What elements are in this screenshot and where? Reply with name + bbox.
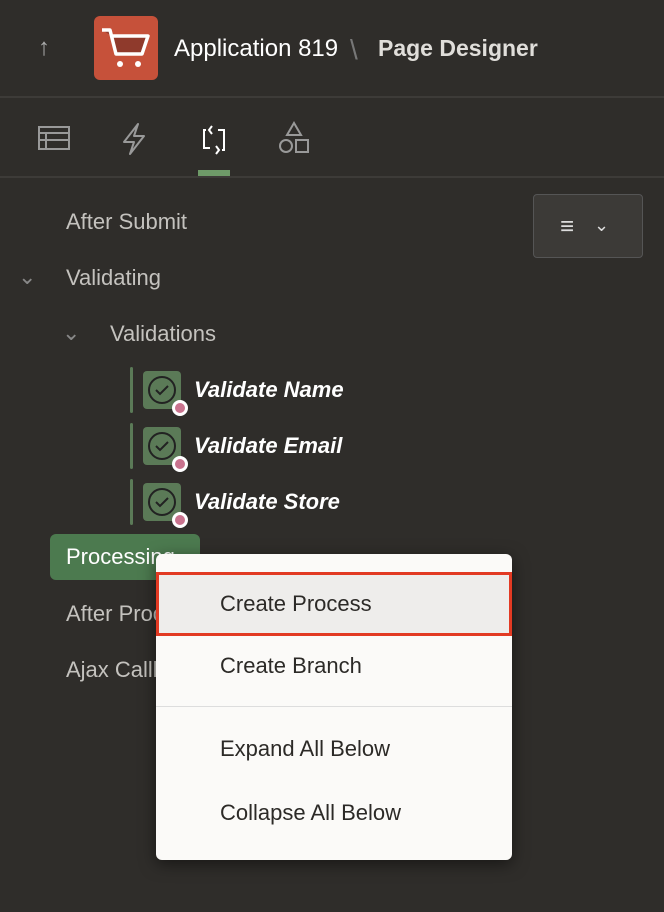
refresh-icon [203, 125, 225, 155]
tab-processing[interactable] [196, 118, 236, 158]
arrow-up-icon: ↑ [38, 34, 50, 61]
tree-guide [130, 367, 133, 413]
chevron-down-icon[interactable]: ⌄ [62, 320, 80, 346]
menu-item-create-process[interactable]: Create Process [156, 572, 512, 636]
cart-icon [102, 28, 150, 67]
shapes-icon [279, 121, 309, 153]
lightning-icon [123, 123, 145, 155]
menu-divider [156, 706, 512, 707]
context-menu: Create Process Create Branch Expand All … [156, 554, 512, 860]
tab-dynamic-actions[interactable] [116, 118, 156, 158]
tree-node-after-processing[interactable]: After Processing [66, 601, 156, 627]
condition-badge-icon [172, 400, 188, 416]
chevron-down-icon: ⌄ [594, 215, 610, 235]
tab-shared-components[interactable] [276, 118, 316, 158]
menu-item-collapse-all-below[interactable]: Collapse All Below [156, 781, 512, 845]
divider [0, 176, 664, 178]
tree-guide [130, 479, 133, 525]
tree-node-validation[interactable]: Validate Name [194, 377, 344, 403]
tree-guide [130, 423, 133, 469]
menu-item-expand-all-below[interactable]: Expand All Below [156, 717, 512, 781]
menu-item-create-branch[interactable]: Create Branch [156, 634, 512, 698]
app-title[interactable]: Application 819 [174, 35, 338, 63]
tree-node-ajax-callback[interactable]: Ajax Callback [66, 657, 156, 683]
tree-node-after-submit[interactable]: After Submit [66, 209, 187, 235]
tree-menu-button[interactable]: ≡ ⌄ [533, 194, 643, 258]
back-button[interactable]: ↑ [38, 34, 50, 62]
tab-rendering[interactable] [36, 118, 76, 158]
tree-node-validation[interactable]: Validate Email [194, 433, 342, 459]
app-logo[interactable] [94, 16, 158, 80]
layout-icon [38, 126, 70, 150]
tree-node-validation[interactable]: Validate Store [194, 489, 340, 515]
tree-node-validating[interactable]: Validating [66, 265, 161, 291]
page-title: Page Designer [378, 35, 538, 61]
tree-node-validations[interactable]: Validations [110, 321, 216, 347]
condition-badge-icon [172, 512, 188, 528]
condition-badge-icon [172, 456, 188, 472]
chevron-down-icon[interactable]: ⌄ [18, 264, 36, 290]
breadcrumb-separator: \ [350, 34, 358, 65]
hamburger-icon: ≡ [560, 213, 575, 240]
divider [0, 96, 664, 98]
